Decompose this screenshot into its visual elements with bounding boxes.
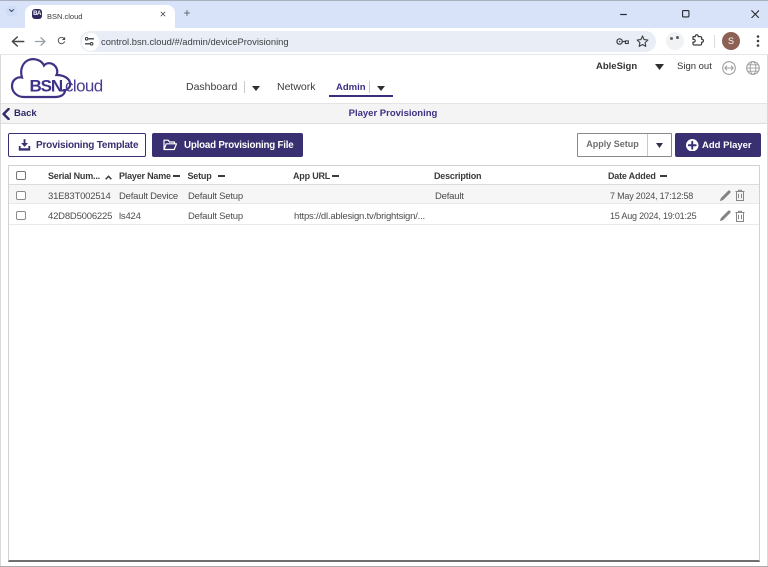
svg-text:BSN.: BSN. <box>30 77 67 96</box>
svg-text:cloud: cloud <box>65 77 103 96</box>
